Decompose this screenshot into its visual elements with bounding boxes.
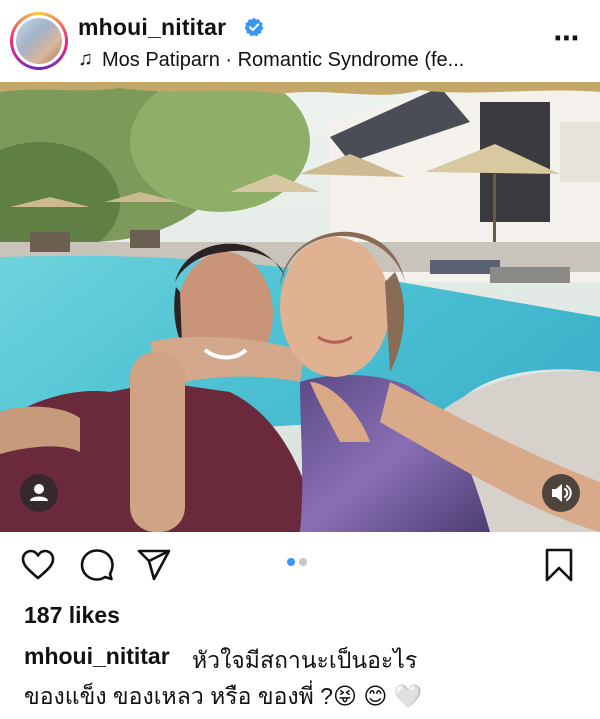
avatar-image <box>16 18 62 64</box>
more-options-button[interactable]: ⋯ <box>550 25 584 52</box>
post-username[interactable]: mhoui_nititar <box>78 14 226 41</box>
user-icon <box>30 484 48 501</box>
profile-avatar[interactable] <box>10 12 68 70</box>
caption-text: หัวใจมีสถานะเป็นอะไร <box>192 647 418 673</box>
post-actions <box>0 532 600 602</box>
caption-text-continued: ของแข็ง ของเหลว หรือ ของพี่ ?😝 😊 🤍 <box>24 683 423 709</box>
carousel-dot-active <box>287 558 295 566</box>
likes-count[interactable]: 187 likes <box>24 602 120 629</box>
send-icon[interactable] <box>136 547 172 583</box>
photo-image <box>0 82 600 532</box>
caption-username[interactable]: mhoui_nititar <box>24 643 170 670</box>
carousel-indicator <box>287 558 317 568</box>
sound-toggle-button[interactable] <box>542 474 580 512</box>
speaker-icon <box>552 484 572 502</box>
verified-badge-icon <box>244 17 264 37</box>
music-track-label: Mos Patiparn · Romantic Syndrome (fe... <box>102 49 465 71</box>
post-header: mhoui_nititar ♫ Mos Patiparn · Romantic … <box>0 0 600 82</box>
tagged-users-button[interactable] <box>20 474 58 512</box>
bookmark-icon[interactable] <box>541 547 577 583</box>
music-note-icon: ♫ <box>78 48 93 70</box>
heart-icon[interactable] <box>20 547 56 583</box>
music-attribution[interactable]: ♫ Mos Patiparn · Romantic Syndrome (fe..… <box>78 47 538 73</box>
post-photo[interactable] <box>0 82 600 532</box>
comment-icon[interactable] <box>79 547 115 583</box>
carousel-dot <box>299 558 307 566</box>
